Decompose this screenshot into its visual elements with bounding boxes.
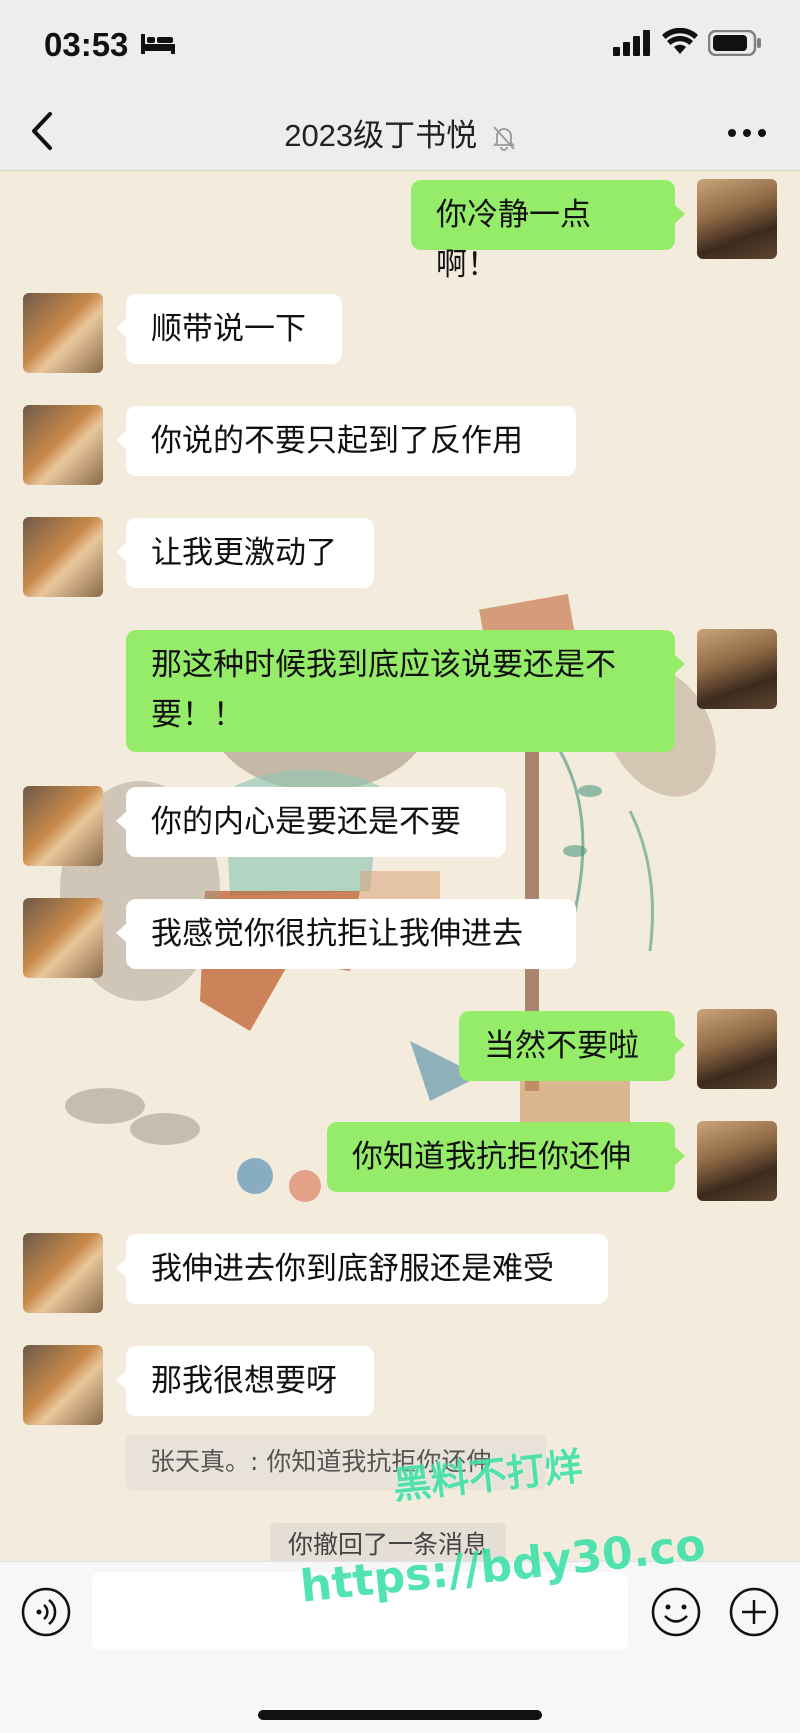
message-bubble[interactable]: 那这种时候我到底应该说要还是不 要！！ <box>126 630 685 752</box>
message-bubble[interactable]: 让我更激动了 <box>116 518 374 588</box>
avatar[interactable] <box>23 293 103 373</box>
avatar[interactable] <box>697 179 777 259</box>
message-bubble[interactable]: 你说的不要只起到了反作用 <box>116 406 576 476</box>
more-icon[interactable] <box>727 128 767 138</box>
avatar[interactable] <box>23 898 103 978</box>
message-bubble[interactable]: 我感觉你很抗拒让我伸进去 <box>116 899 576 969</box>
plus-icon[interactable] <box>728 1586 780 1638</box>
message-bubble[interactable]: 你知道我抗拒你还伸 <box>327 1122 685 1192</box>
avatar[interactable] <box>23 1233 103 1313</box>
message-line: 要！！ <box>151 697 244 733</box>
voice-icon[interactable] <box>20 1586 72 1638</box>
bed-icon <box>141 34 175 54</box>
chat-area[interactable]: 你冷静一点啊！ 顺带说一下 你说的不要只起到了反作用 让我更激动了 那这种时候我… <box>0 171 800 1561</box>
signal-icon <box>613 30 650 56</box>
emoji-icon[interactable] <box>650 1586 702 1638</box>
chat-background-illustration <box>60 594 716 1202</box>
avatar[interactable] <box>23 1345 103 1425</box>
nav-bar: 2023级丁书悦 <box>0 92 800 171</box>
message-bubble[interactable]: 你冷静一点啊！ <box>411 180 685 283</box>
wifi-icon <box>662 28 698 54</box>
avatar[interactable] <box>697 629 777 709</box>
message-bubble[interactable]: 顺带说一下 <box>116 294 342 364</box>
message-bubble[interactable]: 你的内心是要还是不要 <box>116 787 506 857</box>
home-indicator <box>258 1710 542 1720</box>
avatar[interactable] <box>697 1121 777 1201</box>
message-bubble[interactable]: 当然不要啦 <box>459 1011 685 1081</box>
battery-icon <box>708 30 761 56</box>
avatar[interactable] <box>23 405 103 485</box>
avatar[interactable] <box>697 1009 777 1089</box>
status-bar: 03:53 <box>0 0 800 92</box>
avatar[interactable] <box>23 786 103 866</box>
message-bubble[interactable]: 我伸进去你到底舒服还是难受 <box>116 1234 608 1304</box>
chat-title: 2023级丁书悦 <box>0 110 800 155</box>
message-line: 那这种时候我到底应该说要还是不 <box>151 647 616 683</box>
bell-off-icon <box>492 126 515 151</box>
status-time: 03:53 <box>44 26 129 63</box>
message-bubble[interactable]: 那我很想要呀 <box>116 1346 374 1416</box>
chat-title-text: 2023级丁书悦 <box>284 118 478 153</box>
avatar[interactable] <box>23 517 103 597</box>
